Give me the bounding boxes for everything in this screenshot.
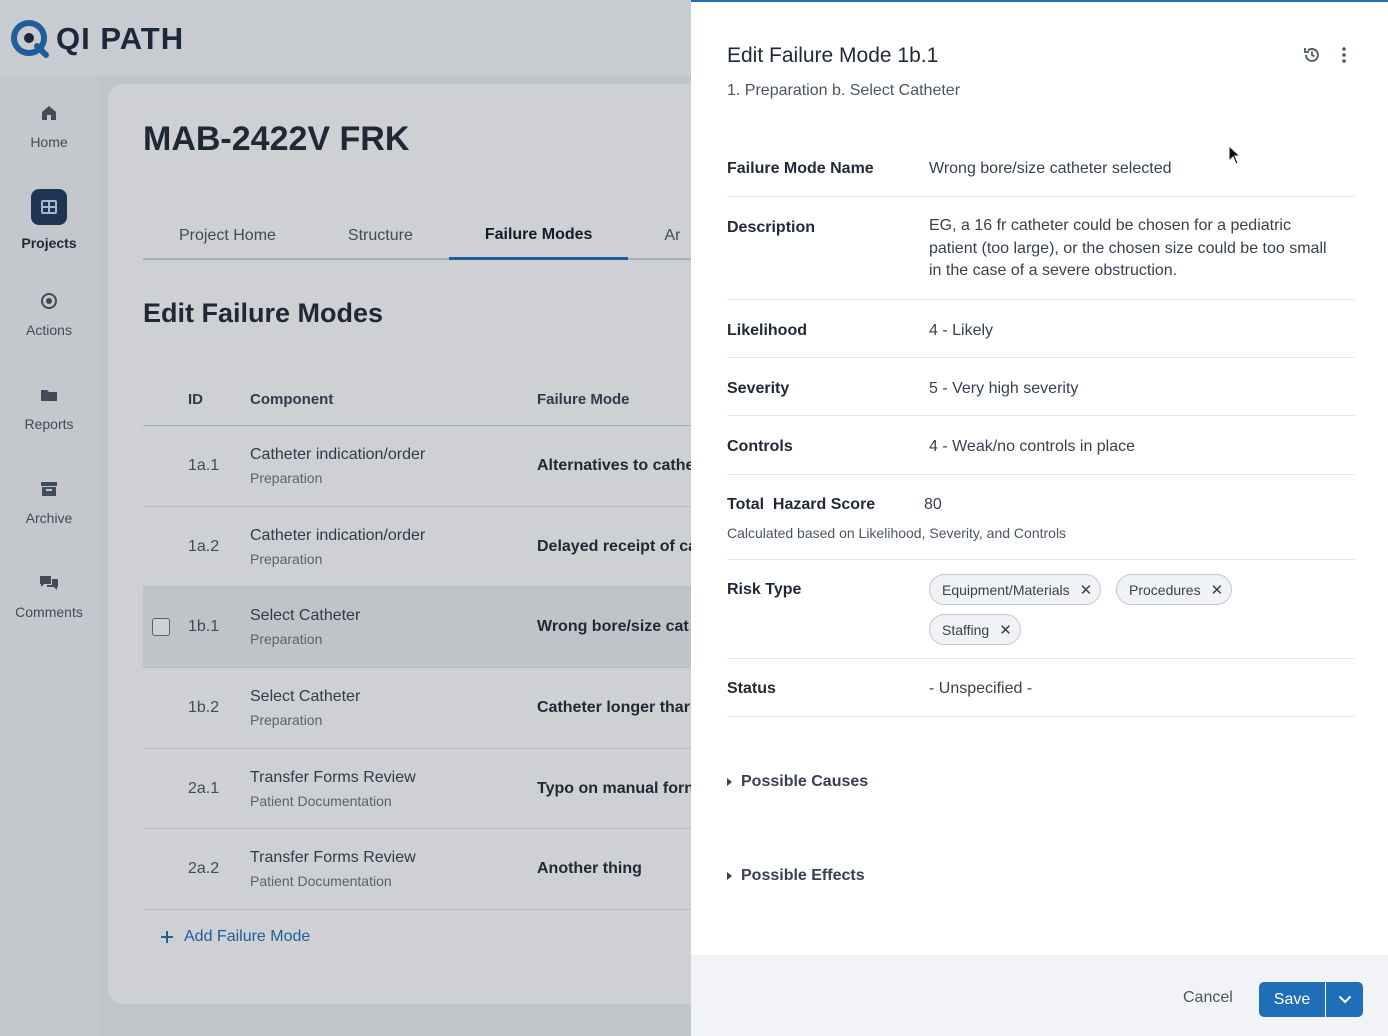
field-label: Status (727, 680, 776, 697)
possible-causes-label: Possible Causes (741, 773, 869, 790)
mouse-cursor-icon (1228, 145, 1242, 165)
risk-type-chip: Equipment/Materials ✕ (929, 574, 1102, 605)
risk-type-chip: Procedures ✕ (1116, 574, 1233, 605)
hazard-score-note: Calculated based on Likelihood, Severity… (727, 525, 1067, 541)
field-severity: Severity 5 - Very high severity (727, 358, 1355, 416)
chip-label: Equipment/Materials (942, 581, 1070, 598)
risk-type-chip: Staffing ✕ (929, 614, 1021, 645)
modal-overlay[interactable] (0, 0, 691, 1036)
field-likelihood: Likelihood 4 - Likely (727, 300, 1355, 358)
field-label: Total Hazard Score (727, 496, 876, 513)
field-description: Description EG, a 16 fr catheter could b… (727, 197, 1355, 300)
more-vertical-icon[interactable] (1336, 45, 1352, 65)
save-options-button[interactable] (1326, 982, 1363, 1017)
chevron-down-icon (1338, 995, 1351, 1004)
history-icon[interactable] (1302, 45, 1322, 65)
field-label: Description (727, 219, 816, 236)
field-controls: Controls 4 - Weak/no controls in place (727, 416, 1355, 475)
field-label: Likelihood (727, 322, 807, 339)
field-status: Status - Unspecified - (727, 659, 1355, 717)
field-label: Failure Mode Name (727, 160, 874, 177)
hazard-score-value: 80 (924, 496, 942, 513)
drawer-footer: Cancel Save (691, 955, 1388, 1036)
possible-effects-toggle[interactable]: Possible Effects (727, 867, 865, 885)
description-value[interactable]: EG, a 16 fr catheter could be chosen for… (929, 215, 1334, 283)
caret-right-icon (727, 778, 732, 786)
drawer-title: Edit Failure Mode 1b.1 (727, 44, 939, 67)
chip-label: Procedures (1129, 581, 1201, 598)
cancel-button[interactable]: Cancel (1183, 989, 1233, 1007)
possible-causes-toggle[interactable]: Possible Causes (727, 773, 868, 791)
field-label: Controls (727, 438, 793, 455)
field-label: Risk Type (727, 581, 802, 598)
chip-remove-icon[interactable]: ✕ (1080, 581, 1093, 599)
chip-remove-icon[interactable]: ✕ (999, 621, 1012, 639)
controls-value[interactable]: 4 - Weak/no controls in place (929, 436, 1135, 459)
drawer-subtitle: 1. Preparation b. Select Catheter (727, 82, 961, 99)
severity-value[interactable]: 5 - Very high severity (929, 378, 1078, 401)
save-button[interactable]: Save (1259, 982, 1325, 1017)
field-total-hazard-score: Total Hazard Score 80 Calculated based o… (727, 475, 1355, 560)
possible-effects-label: Possible Effects (741, 867, 865, 884)
chip-label: Staffing (942, 621, 990, 638)
field-label: Severity (727, 380, 790, 397)
failure-mode-name-value[interactable]: Wrong bore/size catheter selected (929, 158, 1172, 181)
caret-right-icon (727, 872, 732, 880)
field-risk-type: Risk Type Equipment/Materials ✕ Procedur… (727, 560, 1355, 659)
edit-failure-mode-drawer: Edit Failure Mode 1b.1 1. Preparation b.… (691, 0, 1388, 1036)
status-value[interactable]: - Unspecified - (929, 678, 1032, 701)
chip-remove-icon[interactable]: ✕ (1211, 581, 1224, 599)
likelihood-value[interactable]: 4 - Likely (929, 320, 993, 343)
field-failure-mode-name: Failure Mode Name Wrong bore/size cathet… (727, 138, 1355, 197)
